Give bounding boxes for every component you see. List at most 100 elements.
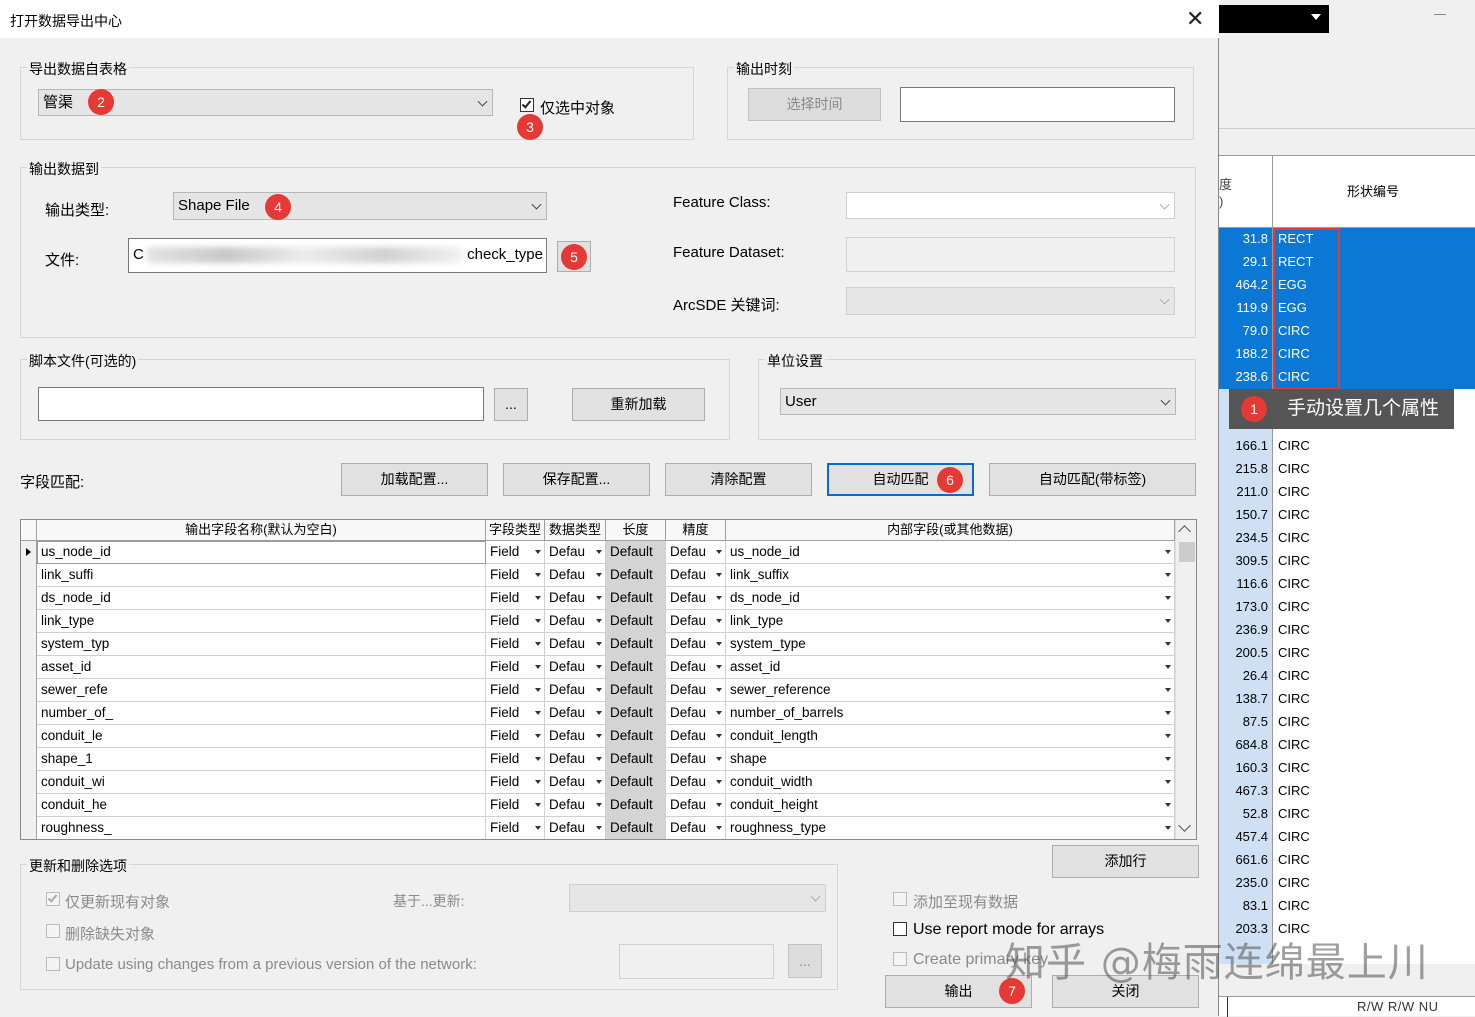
dropdown-arrow-icon[interactable] <box>716 573 722 577</box>
row-header[interactable] <box>21 564 37 587</box>
cell-precision[interactable]: Defau <box>666 541 726 564</box>
row-header[interactable] <box>21 725 37 748</box>
cell-field-type[interactable]: Field <box>486 771 545 794</box>
cell-internal-field[interactable]: asset_id <box>726 656 1175 679</box>
dropdown-arrow-icon[interactable] <box>716 642 722 646</box>
cell-precision[interactable]: Defau <box>666 794 726 817</box>
row-header[interactable] <box>21 610 37 633</box>
header-data-type[interactable]: 数据类型 <box>545 520 606 541</box>
background-table-row[interactable]: 52.8 CIRC <box>1219 803 1475 826</box>
dropdown-arrow-icon[interactable] <box>1165 711 1171 715</box>
cell-length[interactable]: Default <box>606 541 666 564</box>
dropdown-arrow-icon[interactable] <box>716 780 722 784</box>
background-table-row[interactable]: 211.0 CIRC <box>1219 481 1475 504</box>
cell-output-field[interactable]: asset_id <box>37 656 486 679</box>
cell-field-type[interactable]: Field <box>486 725 545 748</box>
scroll-up-icon[interactable] <box>1178 525 1191 538</box>
table-row[interactable]: asset_id Field Defau Default Defau asset_id <box>21 656 1175 679</box>
dropdown-arrow-icon[interactable] <box>716 711 722 715</box>
cell-internal-field[interactable]: us_node_id <box>726 541 1175 564</box>
row-header[interactable] <box>21 633 37 656</box>
update-existing-checkbox[interactable] <box>46 892 60 906</box>
cell-output-field[interactable]: shape_1 <box>37 748 486 771</box>
cell-data-type[interactable]: Defau <box>545 564 606 587</box>
background-table-row[interactable]: 215.8 CIRC <box>1219 458 1475 481</box>
header-internal-field[interactable]: 内部字段(或其他数据) <box>726 520 1175 541</box>
dropdown-arrow-icon[interactable] <box>535 757 541 761</box>
cell-precision[interactable]: Defau <box>666 702 726 725</box>
based-on-select[interactable] <box>569 884 826 912</box>
dropdown-arrow-icon[interactable] <box>1165 665 1171 669</box>
dropdown-arrow-icon[interactable] <box>596 573 602 577</box>
cell-field-type[interactable]: Field <box>486 817 545 839</box>
dropdown-arrow-icon[interactable] <box>716 550 722 554</box>
row-header[interactable] <box>21 541 37 564</box>
background-table-row[interactable]: 83.1 CIRC <box>1219 895 1475 918</box>
dropdown-arrow-icon[interactable] <box>596 550 602 554</box>
background-table-row[interactable]: 160.3 CIRC <box>1219 757 1475 780</box>
auto-match-tags-button[interactable]: 自动匹配(带标签) <box>989 463 1196 496</box>
background-table-row[interactable]: 119.9 EGG <box>1219 297 1475 320</box>
cell-output-field[interactable]: system_typ <box>37 633 486 656</box>
background-table-row[interactable]: 457.4 CIRC <box>1219 826 1475 849</box>
feature-dataset-input[interactable] <box>846 237 1175 272</box>
background-dropdown[interactable] <box>1219 5 1329 33</box>
table-row[interactable]: link_suffi Field Defau Default Defau link_suf… <box>21 564 1175 587</box>
cell-data-type[interactable]: Defau <box>545 702 606 725</box>
row-header[interactable] <box>21 794 37 817</box>
cell-internal-field[interactable]: conduit_height <box>726 794 1175 817</box>
time-input[interactable] <box>900 87 1175 122</box>
row-header[interactable] <box>21 771 37 794</box>
cell-output-field[interactable]: conduit_he <box>37 794 486 817</box>
dropdown-arrow-icon[interactable] <box>1165 619 1171 623</box>
cell-precision[interactable]: Defau <box>666 564 726 587</box>
report-mode-checkbox[interactable] <box>893 922 907 936</box>
cell-field-type[interactable]: Field <box>486 679 545 702</box>
table-row[interactable]: roughness_ Field Defau Default Defau roughnes… <box>21 817 1175 839</box>
select-time-button[interactable]: 选择时间 <box>748 88 881 121</box>
cell-precision[interactable]: Defau <box>666 633 726 656</box>
background-table-row[interactable]: 467.3 CIRC <box>1219 780 1475 803</box>
table-row[interactable]: number_of_ Field Defau Default Defau number_o… <box>21 702 1175 725</box>
background-table-row[interactable]: 138.7 CIRC <box>1219 688 1475 711</box>
cell-length[interactable]: Default <box>606 633 666 656</box>
dropdown-arrow-icon[interactable] <box>535 711 541 715</box>
cell-length[interactable]: Default <box>606 817 666 839</box>
background-table-row[interactable]: 188.2 CIRC <box>1219 343 1475 366</box>
dropdown-arrow-icon[interactable] <box>716 596 722 600</box>
cell-field-type[interactable]: Field <box>486 610 545 633</box>
cell-data-type[interactable]: Defau <box>545 587 606 610</box>
dropdown-arrow-icon[interactable] <box>716 619 722 623</box>
dropdown-arrow-icon[interactable] <box>716 688 722 692</box>
cell-output-field[interactable]: number_of_ <box>37 702 486 725</box>
cell-precision[interactable]: Defau <box>666 771 726 794</box>
row-header[interactable] <box>21 656 37 679</box>
dropdown-arrow-icon[interactable] <box>716 665 722 669</box>
minimize-icon[interactable] <box>1434 14 1446 15</box>
cell-precision[interactable]: Defau <box>666 679 726 702</box>
script-path-input[interactable] <box>38 387 484 421</box>
cell-data-type[interactable]: Defau <box>545 748 606 771</box>
table-row[interactable]: sewer_refe Field Defau Default Defau sewer_re… <box>21 679 1175 702</box>
cell-output-field[interactable]: link_type <box>37 610 486 633</box>
cell-length[interactable]: Default <box>606 610 666 633</box>
dropdown-arrow-icon[interactable] <box>1165 734 1171 738</box>
header-length[interactable]: 长度 <box>606 520 666 541</box>
cell-output-field[interactable]: us_node_id <box>37 541 486 564</box>
dropdown-arrow-icon[interactable] <box>716 803 722 807</box>
dropdown-arrow-icon[interactable] <box>596 826 602 830</box>
cell-internal-field[interactable]: roughness_type <box>726 817 1175 839</box>
dropdown-arrow-icon[interactable] <box>596 803 602 807</box>
cell-output-field[interactable]: conduit_le <box>37 725 486 748</box>
cell-field-type[interactable]: Field <box>486 702 545 725</box>
background-table-row[interactable]: 234.5 CIRC <box>1219 527 1475 550</box>
background-table-row[interactable]: 236.9 CIRC <box>1219 619 1475 642</box>
cell-field-type[interactable]: Field <box>486 748 545 771</box>
cell-output-field[interactable]: conduit_wi <box>37 771 486 794</box>
cell-internal-field[interactable]: conduit_length <box>726 725 1175 748</box>
clear-config-button[interactable]: 清除配置 <box>665 463 812 496</box>
background-table-row[interactable]: 116.6 CIRC <box>1219 573 1475 596</box>
cell-output-field[interactable]: sewer_refe <box>37 679 486 702</box>
cell-field-type[interactable]: Field <box>486 587 545 610</box>
dropdown-arrow-icon[interactable] <box>596 734 602 738</box>
